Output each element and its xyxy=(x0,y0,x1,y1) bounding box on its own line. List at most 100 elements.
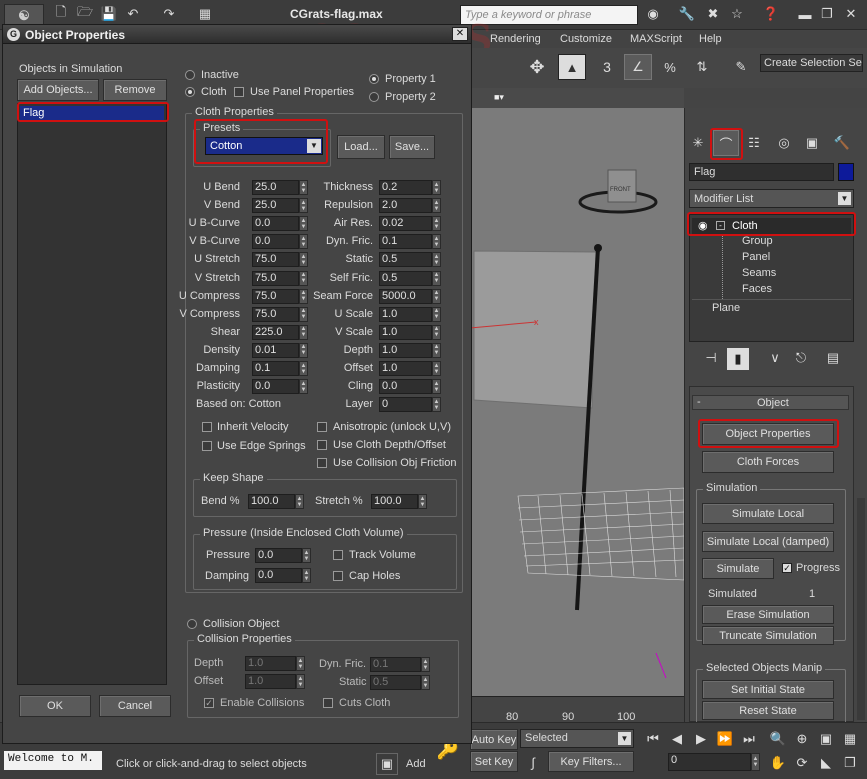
use-cloth-depth-checkbox[interactable] xyxy=(317,440,327,450)
open-file-icon[interactable]: 🗁 xyxy=(76,4,94,23)
modifier-list-dropdown[interactable]: Modifier List ▼ xyxy=(689,189,854,208)
spinner-arrows-icon[interactable]: ▲ ▼ xyxy=(299,324,308,340)
maximize-viewport-icon[interactable]: ❐ xyxy=(840,753,860,773)
spinner-arrows-icon[interactable]: ▲ ▼ xyxy=(296,656,305,671)
left_params-value-6[interactable]: 75.0 xyxy=(252,288,299,304)
left_params-value-2[interactable]: 0.0 xyxy=(252,216,299,232)
spinner-arrows-icon[interactable]: ▲ ▼ xyxy=(432,252,441,268)
objects-list[interactable]: Flag xyxy=(17,103,167,685)
move-icon[interactable]: ✥ xyxy=(524,54,550,80)
key-tangent-icon[interactable]: ∫ xyxy=(522,752,544,772)
cloth-forces-button[interactable]: Cloth Forces xyxy=(702,451,834,473)
right_params-spinner-6[interactable]: 5000.0 ▲ ▼ xyxy=(379,288,441,304)
collision-static-value[interactable]: 0.5 xyxy=(370,675,421,690)
left_params-spinner-7[interactable]: 75.0 ▲ ▼ xyxy=(252,306,308,322)
spinner-arrows-icon[interactable]: ▲ ▼ xyxy=(299,216,308,232)
collision-depth-value[interactable]: 1.0 xyxy=(245,656,296,671)
use-panel-properties-checkbox[interactable] xyxy=(234,87,244,97)
goto-end-icon[interactable]: ⏭ xyxy=(738,729,760,749)
edit-named-icon[interactable]: ✎ xyxy=(728,54,754,80)
object-rollout-header[interactable]: - Object xyxy=(692,395,849,410)
collision-depth-spinner[interactable]: 1.0 ▲ ▼ xyxy=(245,656,305,671)
cancel-button[interactable]: Cancel xyxy=(99,695,171,717)
load-preset-button[interactable]: Load... xyxy=(337,135,385,159)
remove-modifier-icon[interactable]: ⎋ xyxy=(791,348,811,368)
play-icon[interactable]: ▶ xyxy=(690,729,712,749)
property2-radio[interactable] xyxy=(369,92,379,102)
simulate-local-damped-button[interactable]: Simulate Local (damped) xyxy=(702,531,834,552)
right_params-value-9[interactable]: 1.0 xyxy=(379,342,432,358)
menu-help[interactable]: Help xyxy=(699,33,722,45)
left_params-value-10[interactable]: 0.1 xyxy=(252,361,299,376)
left_params-spinner-0[interactable]: 25.0 ▲ ▼ xyxy=(252,180,308,195)
key-filters-button[interactable]: Key Filters... xyxy=(548,751,634,772)
spinner-arrows-icon[interactable]: ▲ ▼ xyxy=(751,753,760,771)
spinner-arrows-icon[interactable]: ▲ ▼ xyxy=(421,675,430,690)
property1-radio[interactable] xyxy=(369,74,379,84)
minimize-icon[interactable]: ▬ xyxy=(796,5,814,23)
right_params-spinner-3[interactable]: 0.1 ▲ ▼ xyxy=(379,234,441,250)
object-name-field[interactable]: Flag xyxy=(689,163,834,181)
zoom-icon[interactable]: 🔍 xyxy=(768,729,788,749)
stretch-percent-value[interactable]: 100.0 xyxy=(371,494,418,509)
pressure-spinner[interactable]: 0.0 ▲ ▼ xyxy=(255,548,311,563)
stack-item-plane[interactable]: Plane xyxy=(712,302,740,314)
left_params-spinner-9[interactable]: 0.01 ▲ ▼ xyxy=(252,342,308,358)
spinner-arrows-icon[interactable]: ▲ ▼ xyxy=(432,361,441,376)
exchange-icon[interactable]: ✖ xyxy=(704,5,722,23)
spinner-arrows-icon[interactable]: ▲ ▼ xyxy=(421,657,430,672)
prev-frame-icon[interactable]: ◀ xyxy=(666,729,688,749)
left_params-value-8[interactable]: 225.0 xyxy=(252,324,299,340)
viewport[interactable]: FRONT x xyxy=(470,108,684,708)
motion-tab-icon[interactable]: ◎ xyxy=(773,132,795,154)
right_params-spinner-1[interactable]: 2.0 ▲ ▼ xyxy=(379,198,441,214)
simulate-local-button[interactable]: Simulate Local xyxy=(702,503,834,524)
left_params-value-7[interactable]: 75.0 xyxy=(252,306,299,322)
right_params-value-10[interactable]: 1.0 xyxy=(379,361,432,376)
right_params-spinner-9[interactable]: 1.0 ▲ ▼ xyxy=(379,342,441,358)
configure-sets-icon[interactable]: ▤ xyxy=(823,348,843,368)
collision-dyn-fric-value[interactable]: 0.1 xyxy=(370,657,421,672)
zoom-extents-all-icon[interactable]: ▦ xyxy=(840,729,860,749)
pressure-damping-spinner[interactable]: 0.0 ▲ ▼ xyxy=(255,568,311,583)
restore-icon[interactable]: ❐ xyxy=(818,5,836,23)
right_params-spinner-0[interactable]: 0.2 ▲ ▼ xyxy=(379,180,441,195)
menu-maxscript[interactable]: MAXScript xyxy=(630,33,682,45)
star-icon[interactable]: ☆ xyxy=(728,5,746,23)
spinner-arrows-icon[interactable]: ▲ ▼ xyxy=(302,548,311,563)
next-frame-icon[interactable]: ⏩ xyxy=(714,729,736,749)
set-key-button[interactable]: Set Key xyxy=(470,751,518,772)
spinner-arrows-icon[interactable]: ▲ ▼ xyxy=(299,361,308,376)
left_params-spinner-4[interactable]: 75.0 ▲ ▼ xyxy=(252,252,308,268)
right_params-spinner-2[interactable]: 0.02 ▲ ▼ xyxy=(379,216,441,232)
spinner-arrows-icon[interactable]: ▲ ▼ xyxy=(299,379,308,395)
spinner-arrows-icon[interactable]: ▲ ▼ xyxy=(432,270,441,286)
stretch-percent-spinner[interactable]: 100.0 ▲ ▼ xyxy=(371,494,427,509)
right_params-value-0[interactable]: 0.2 xyxy=(379,180,432,195)
pan-icon[interactable]: ✋ xyxy=(768,753,788,773)
dialog-title-bar[interactable]: G Object Properties ✕ xyxy=(3,25,471,44)
spinner-arrows-icon[interactable]: ▲ ▼ xyxy=(302,568,311,583)
anisotropic-checkbox[interactable] xyxy=(317,422,327,432)
maxscript-listener[interactable]: Welcome to M. xyxy=(4,751,102,770)
spinner-arrows-icon[interactable]: ▲ ▼ xyxy=(295,494,304,509)
left_params-spinner-2[interactable]: 0.0 ▲ ▼ xyxy=(252,216,308,232)
spinner-arrows-icon[interactable]: ▲ ▼ xyxy=(432,288,441,304)
left_params-spinner-3[interactable]: 0.0 ▲ ▼ xyxy=(252,234,308,250)
project-icon[interactable]: ▦ xyxy=(196,5,214,23)
right_params-spinner-7[interactable]: 1.0 ▲ ▼ xyxy=(379,306,441,322)
right_params-value-5[interactable]: 0.5 xyxy=(379,270,432,286)
use-collision-friction-checkbox[interactable] xyxy=(317,458,327,468)
spinner-arrows-icon[interactable]: ▲ ▼ xyxy=(432,216,441,232)
collision-object-radio[interactable] xyxy=(187,619,197,629)
snap-3d-icon[interactable]: 3 xyxy=(594,54,620,80)
right_params-spinner-12[interactable]: 0 ▲ ▼ xyxy=(379,397,441,413)
right_params-value-2[interactable]: 0.02 xyxy=(379,216,432,232)
right_params-spinner-8[interactable]: 1.0 ▲ ▼ xyxy=(379,324,441,340)
spinner-arrows-icon[interactable]: ▲ ▼ xyxy=(299,342,308,358)
create-selection-set-field[interactable]: Create Selection Se xyxy=(760,54,863,72)
pressure-damping-value[interactable]: 0.0 xyxy=(255,568,302,583)
place-icon[interactable]: ▲ xyxy=(558,54,586,80)
truncate-simulation-button[interactable]: Truncate Simulation xyxy=(702,626,834,645)
collision-dyn-fric-spinner[interactable]: 0.1 ▲ ▼ xyxy=(370,657,430,672)
